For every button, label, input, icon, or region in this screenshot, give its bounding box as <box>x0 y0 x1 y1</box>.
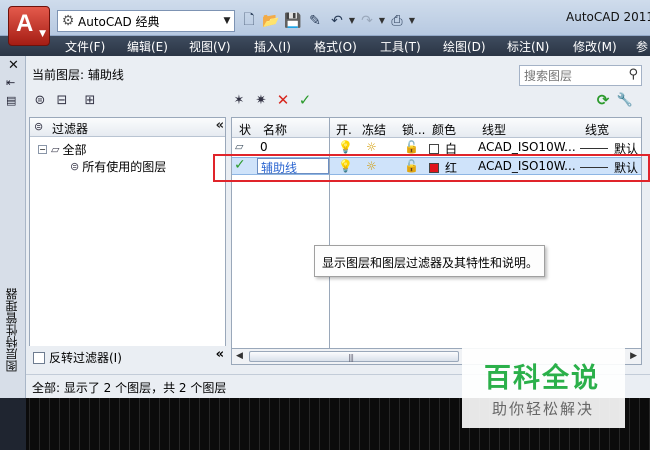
redo-dropdown-icon[interactable]: ▼ <box>378 11 386 31</box>
tree-node-label: 所有使用的图层 <box>82 160 167 174</box>
tree-node-label: 全部 <box>62 143 87 157</box>
tree-node-all[interactable]: − ▱ 全部 <box>38 141 86 158</box>
filter-tree-pane: ⊜ 过滤器 « − ▱ 全部 ⊜ 所有使用的图层 <box>29 117 226 365</box>
undo-dropdown-icon[interactable]: ▼ <box>348 11 356 31</box>
undo-icon[interactable]: ↶ <box>326 11 348 31</box>
menu-modify[interactable]: 修改(M) <box>573 38 617 55</box>
properties-icon[interactable]: ▤ <box>6 94 16 107</box>
tree-node-used-layers[interactable]: ⊜ 所有使用的图层 <box>70 158 166 175</box>
column-freeze[interactable]: 冻结 <box>362 121 386 138</box>
layer-toolbar: ✶ ✷ ✕ ✓ <box>228 90 316 110</box>
title-bar: ⚙ AutoCAD 经典 ▼ 🗋 📂 💾 ✎ ↶ ▼ ↷ ▼ ⎙ ▼ AutoC… <box>0 0 650 36</box>
workspace-label: AutoCAD 经典 <box>78 14 160 29</box>
layer-list: 状 名称 开. 冻结 锁... 颜色 线型 线宽 ▱ 0 💡 ☼ 🔓 白 ACA… <box>231 117 642 349</box>
save-icon[interactable]: 💾 <box>282 11 304 31</box>
gear-icon: ⚙ <box>61 13 75 29</box>
sun-icon[interactable]: ☼ <box>366 140 377 154</box>
quick-access-toolbar: 🗋 📂 💾 ✎ ↶ ▼ ↷ ▼ ⎙ ▼ <box>238 10 416 32</box>
set-current-icon[interactable]: ✓ <box>294 90 316 110</box>
column-divider <box>329 118 330 348</box>
filter-icon: ⊜ <box>34 120 44 133</box>
application-menu-button[interactable]: A ▼ <box>8 6 50 46</box>
search-input[interactable] <box>524 68 624 83</box>
menu-edit[interactable]: 编辑(E) <box>127 38 168 55</box>
menu-view[interactable]: 视图(V) <box>189 38 231 55</box>
column-status[interactable]: 状 <box>239 121 251 138</box>
menu-file[interactable]: 文件(F) <box>65 38 105 55</box>
highlight-annotation <box>213 154 650 182</box>
menu-tools[interactable]: 工具(T) <box>380 38 421 55</box>
menu-insert[interactable]: 插入(I) <box>254 38 291 55</box>
watermark-title: 百科全说 <box>484 363 600 394</box>
scrollbar-thumb[interactable]: ||| <box>249 351 459 362</box>
watermark-subtitle: 助你轻松解决 <box>492 400 595 418</box>
checkbox[interactable] <box>33 351 45 364</box>
app-title: AutoCAD 2011 <box>566 10 650 24</box>
palette-vertical-title: 图层特性管理器 <box>5 288 19 372</box>
filter-toolbar: ⊜ ⊟ ⊞ <box>29 90 101 110</box>
redo-icon[interactable]: ↷ <box>356 11 378 31</box>
menu-dimension[interactable]: 标注(N) <box>507 38 549 55</box>
column-on[interactable]: 开. <box>336 121 352 138</box>
chevron-down-icon[interactable]: ▼ <box>220 11 234 31</box>
open-folder-icon[interactable]: 📂 <box>260 11 282 31</box>
close-icon[interactable]: ✕ <box>8 58 19 73</box>
chevron-down-icon: ▼ <box>39 29 46 39</box>
print-icon[interactable]: ⎙ <box>386 11 408 31</box>
layer-list-header: 状 名称 开. 冻结 锁... 颜色 线型 线宽 <box>232 118 641 138</box>
search-icon[interactable]: ⚲ <box>628 67 638 82</box>
tooltip: 显示图层和图层过滤器及其特性和说明。 <box>314 245 545 277</box>
column-lock[interactable]: 锁... <box>402 121 425 138</box>
auto-hide-icon[interactable]: ⇤ <box>6 76 15 89</box>
filter-icon: ⊜ <box>70 160 80 173</box>
column-name[interactable]: 名称 <box>263 121 287 138</box>
new-file-icon[interactable]: 🗋 <box>238 11 260 31</box>
status-text: 全部: 显示了 2 个图层，共 2 个图层 <box>32 381 227 395</box>
drawing-side-strip <box>0 398 26 450</box>
menu-draw[interactable]: 绘图(D) <box>443 38 486 55</box>
filter-header: ⊜ 过滤器 « <box>30 118 225 137</box>
expand-toggle-icon[interactable]: − <box>38 145 47 154</box>
layer-linetype[interactable]: ACAD_ISO10W... <box>478 140 576 154</box>
new-property-filter-icon[interactable]: ⊜ <box>29 90 51 110</box>
new-layer-icon[interactable]: ✶ <box>228 90 250 110</box>
filter-header-label: 过滤器 <box>52 122 89 136</box>
refresh-icon[interactable]: ⟳ <box>592 90 614 110</box>
scroll-right-icon[interactable]: ▶ <box>630 351 637 361</box>
color-swatch <box>429 144 439 154</box>
unlock-icon[interactable]: 🔓 <box>404 140 419 154</box>
layer-icon: ▱ <box>235 140 244 153</box>
save-as-icon[interactable]: ✎ <box>304 11 326 31</box>
lineweight-sample <box>580 148 608 149</box>
delete-layer-icon[interactable]: ✕ <box>272 90 294 110</box>
lightbulb-icon[interactable]: 💡 <box>338 140 353 154</box>
watermark: 百科全说 助你轻松解决 <box>462 346 625 428</box>
invert-filter-checkbox[interactable]: 反转过滤器(I) <box>33 349 122 366</box>
layer-search-box[interactable]: ⚲ <box>519 65 642 86</box>
new-group-filter-icon[interactable]: ⊟ <box>51 90 73 110</box>
collapse-icon[interactable]: « <box>216 118 225 133</box>
filter-footer: 反转过滤器(I) « <box>29 346 226 365</box>
current-layer-label: 当前图层: 辅助线 <box>32 68 124 82</box>
column-color[interactable]: 颜色 <box>432 121 456 138</box>
layer-name[interactable]: 0 <box>260 140 268 154</box>
menu-parameters[interactable]: 参 <box>636 38 648 55</box>
column-linetype[interactable]: 线型 <box>482 121 506 138</box>
layer-toolbar-right: ⟳ 🔧 <box>592 90 636 110</box>
settings-wrench-icon[interactable]: 🔧 <box>614 90 636 110</box>
qat-customize-icon[interactable]: ▼ <box>408 11 416 31</box>
invert-filter-label: 反转过滤器(I) <box>49 351 122 365</box>
column-lineweight[interactable]: 线宽 <box>585 121 609 138</box>
workspace-combo[interactable]: ⚙ AutoCAD 经典 ▼ <box>57 10 235 32</box>
scroll-left-icon[interactable]: ◀ <box>236 351 243 361</box>
palette-title-strip[interactable]: ✕ ⇤ ▤ 图层特性管理器 <box>0 56 26 398</box>
menu-format[interactable]: 格式(O) <box>314 38 357 55</box>
menu-bar: 文件(F) 编辑(E) 视图(V) 插入(I) 格式(O) 工具(T) 绘图(D… <box>0 36 650 56</box>
layer-states-manager-icon[interactable]: ⊞ <box>79 90 101 110</box>
new-layer-vp-frozen-icon[interactable]: ✷ <box>250 90 272 110</box>
autocad-logo-icon: A <box>16 10 34 37</box>
collapse-icon[interactable]: « <box>216 347 225 362</box>
grip-icon: ||| <box>348 353 354 362</box>
filter-icon: ▱ <box>51 143 60 156</box>
